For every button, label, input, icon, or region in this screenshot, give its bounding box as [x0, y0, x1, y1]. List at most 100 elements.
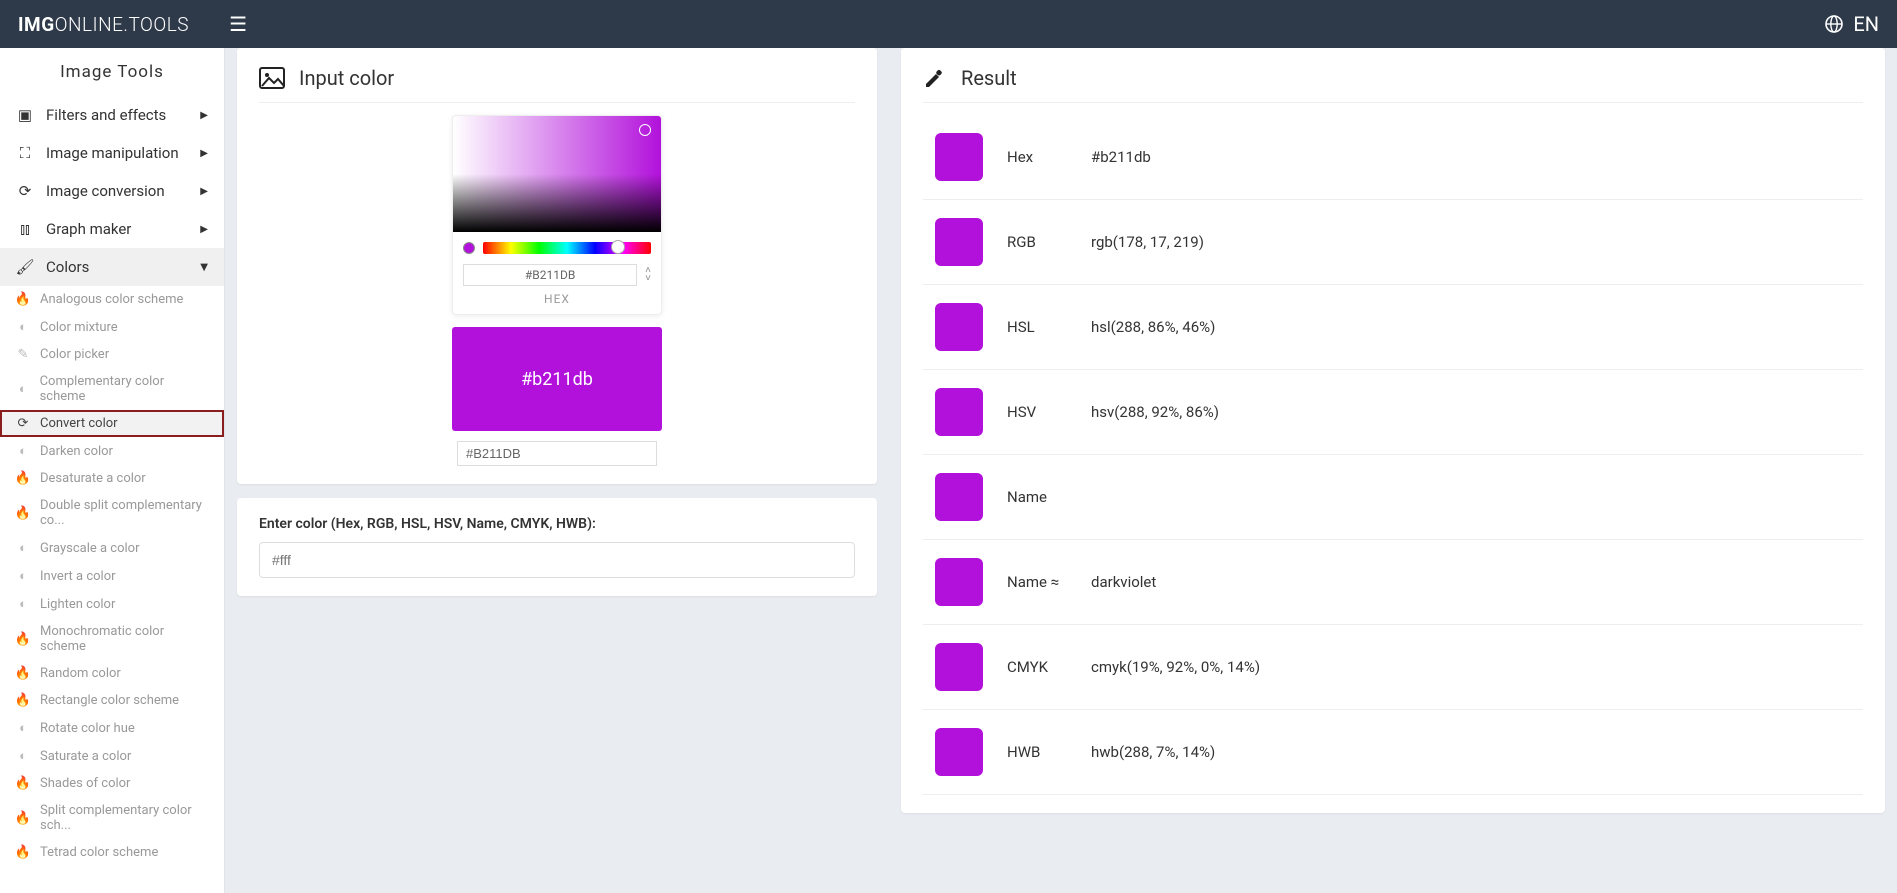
brand-logo[interactable]: IMGONLINE.TOOLS: [18, 13, 189, 36]
sub-item-label: Rectangle color scheme: [40, 693, 179, 708]
chevron-right-icon: ▶: [200, 148, 208, 159]
image-icon: [259, 67, 285, 89]
sidebar-sub-color-mixture[interactable]: ◐Color mixture: [0, 313, 224, 341]
app-header: IMGONLINE.TOOLS ☰ EN: [0, 0, 1897, 48]
sidebar-sub-color-picker[interactable]: ✎ Color picker: [0, 341, 224, 368]
hue-handle[interactable]: [611, 240, 625, 254]
sidebar-sub-invert-a-color[interactable]: ◐ Invert a color: [0, 562, 224, 590]
sub-icon: 🔥: [16, 506, 30, 521]
sidebar-sub-monochromatic-color-scheme[interactable]: 🔥 Monochromatic color scheme: [0, 618, 224, 660]
sidebar-sub-shades-of-color[interactable]: 🔥Shades of color: [0, 770, 224, 797]
sidebar-item-colors[interactable]: 🖌Colors ▶: [0, 248, 224, 286]
sub-icon: 🔥: [16, 845, 30, 860]
sub-icon: ⟳: [16, 416, 30, 431]
picker-hex-input[interactable]: [463, 264, 637, 286]
sub-icon: ◐: [16, 381, 30, 397]
result-value[interactable]: [1079, 455, 1863, 540]
result-value[interactable]: hsl(288, 86%, 46%): [1079, 285, 1863, 370]
result-row: CMYKcmyk(19%, 92%, 0%, 14%): [923, 625, 1863, 710]
sidebar-sub-complementary-color-scheme[interactable]: ◐Complementary color scheme: [0, 368, 224, 410]
sub-icon: 🔥: [16, 693, 30, 708]
sub-icon: ✎: [16, 347, 30, 362]
result-key: HWB: [995, 710, 1079, 795]
result-value[interactable]: cmyk(19%, 92%, 0%, 14%): [1079, 625, 1863, 710]
sidebar-sub-rectangle-color-scheme[interactable]: 🔥 Rectangle color scheme: [0, 687, 224, 714]
enter-color-card: Enter color (Hex, RGB, HSL, HSV, Name, C…: [237, 498, 877, 596]
enter-color-input[interactable]: [259, 542, 855, 578]
sub-item-label: Darken color: [40, 444, 113, 459]
filters-icon: ▣: [16, 106, 34, 124]
chevron-down-icon: ˅: [645, 275, 651, 283]
sub-item-label: Split complementary color sch...: [40, 803, 208, 833]
result-row: HWBhwb(288, 7%, 14%): [923, 710, 1863, 795]
sidebar-sub-lighten-color[interactable]: ◐ Lighten color: [0, 590, 224, 618]
result-card: Result Hex#b211dbRGBrgb(178, 17, 219)HSL…: [901, 48, 1885, 813]
sidebar-item-manipulation[interactable]: ⛶Image manipulation ▶: [0, 134, 224, 172]
hex-output-input[interactable]: [457, 441, 657, 466]
saturation-value-area[interactable]: [453, 116, 661, 232]
sub-icon: 🔥: [16, 776, 30, 791]
sub-item-label: Convert color: [40, 416, 118, 431]
format-spinner[interactable]: ˄˅: [645, 267, 651, 283]
result-swatch: [935, 388, 983, 436]
sidebar-sub-double-split-complementary-co[interactable]: 🔥Double split complementary co...: [0, 492, 224, 534]
sidebar-item-graphmaker[interactable]: ⫾⫾Graph maker ▶: [0, 210, 224, 248]
sidebar-sub-analogous-color-scheme[interactable]: 🔥 Analogous color scheme: [0, 286, 224, 313]
sub-icon: ◐: [16, 596, 30, 612]
sidebar-item-filters[interactable]: ▣Filters and effects ▶: [0, 96, 224, 134]
sub-icon: 🔥: [16, 292, 30, 307]
sidebar-sub-saturate-a-color[interactable]: ◐Saturate a color: [0, 742, 224, 770]
sidebar-title: Image Tools: [0, 48, 224, 96]
sub-item-label: Monochromatic color scheme: [40, 624, 208, 654]
sub-item-label: Invert a color: [40, 569, 116, 584]
result-row: Name ≈darkviolet: [923, 540, 1863, 625]
result-value[interactable]: hsv(288, 92%, 86%): [1079, 370, 1863, 455]
preview-swatch: #b211db: [452, 327, 662, 431]
sub-icon: 🔥: [16, 811, 30, 826]
result-title: Result: [961, 66, 1017, 90]
menu-toggle-icon[interactable]: ☰: [229, 12, 247, 36]
result-value[interactable]: darkviolet: [1079, 540, 1863, 625]
sub-icon: 🔥: [16, 632, 30, 647]
sub-item-label: Tetrad color scheme: [40, 845, 158, 860]
result-key: Name ≈: [995, 540, 1079, 625]
sidebar-sub-rotate-color-hue[interactable]: ◐Rotate color hue: [0, 714, 224, 742]
sub-item-label: Analogous color scheme: [40, 292, 183, 307]
globe-icon: [1825, 15, 1843, 33]
result-swatch: [935, 728, 983, 776]
result-value[interactable]: rgb(178, 17, 219): [1079, 200, 1863, 285]
sub-item-label: Color mixture: [40, 320, 118, 335]
chevron-down-icon: ▶: [199, 263, 210, 271]
sub-item-label: Lighten color: [40, 597, 115, 612]
sidebar-sub-tetrad-color-scheme[interactable]: 🔥 Tetrad color scheme: [0, 839, 224, 866]
brush-icon: 🖌: [16, 258, 34, 276]
sub-icon: ◐: [16, 720, 30, 736]
language-switch[interactable]: EN: [1825, 12, 1879, 36]
result-row: HSLhsl(288, 86%, 46%): [923, 285, 1863, 370]
sidebar-sub-grayscale-a-color[interactable]: ◐Grayscale a color: [0, 534, 224, 562]
result-key: RGB: [995, 200, 1079, 285]
sidebar-item-conversion[interactable]: ⟳Image conversion ▶: [0, 172, 224, 210]
sidebar-sub-desaturate-a-color[interactable]: 🔥Desaturate a color: [0, 465, 224, 492]
sidebar-sub-convert-color[interactable]: ⟳ Convert color: [0, 410, 224, 437]
eyedropper-icon: [923, 66, 947, 90]
sub-item-label: Color picker: [40, 347, 109, 362]
sv-cursor[interactable]: [639, 124, 651, 136]
chart-icon: ⫾⫾: [16, 220, 34, 238]
sidebar-sub-random-color[interactable]: 🔥Random color: [0, 660, 224, 687]
current-color-dot: [463, 242, 475, 254]
result-row: Name: [923, 455, 1863, 540]
result-key: CMYK: [995, 625, 1079, 710]
result-value[interactable]: #b211db: [1079, 115, 1863, 200]
result-row: Hex#b211db: [923, 115, 1863, 200]
result-swatch: [935, 303, 983, 351]
hue-slider[interactable]: [483, 242, 651, 254]
sub-item-label: Desaturate a color: [40, 471, 146, 486]
chevron-right-icon: ▶: [200, 110, 208, 121]
sidebar-sub-darken-color[interactable]: ◐Darken color: [0, 437, 224, 465]
sidebar-sub-split-complementary-color-sch[interactable]: 🔥 Split complementary color sch...: [0, 797, 224, 839]
result-key: Hex: [995, 115, 1079, 200]
result-value[interactable]: hwb(288, 7%, 14%): [1079, 710, 1863, 795]
color-picker: ˄˅ HEX: [452, 115, 662, 315]
sub-icon: ◐: [16, 568, 30, 584]
